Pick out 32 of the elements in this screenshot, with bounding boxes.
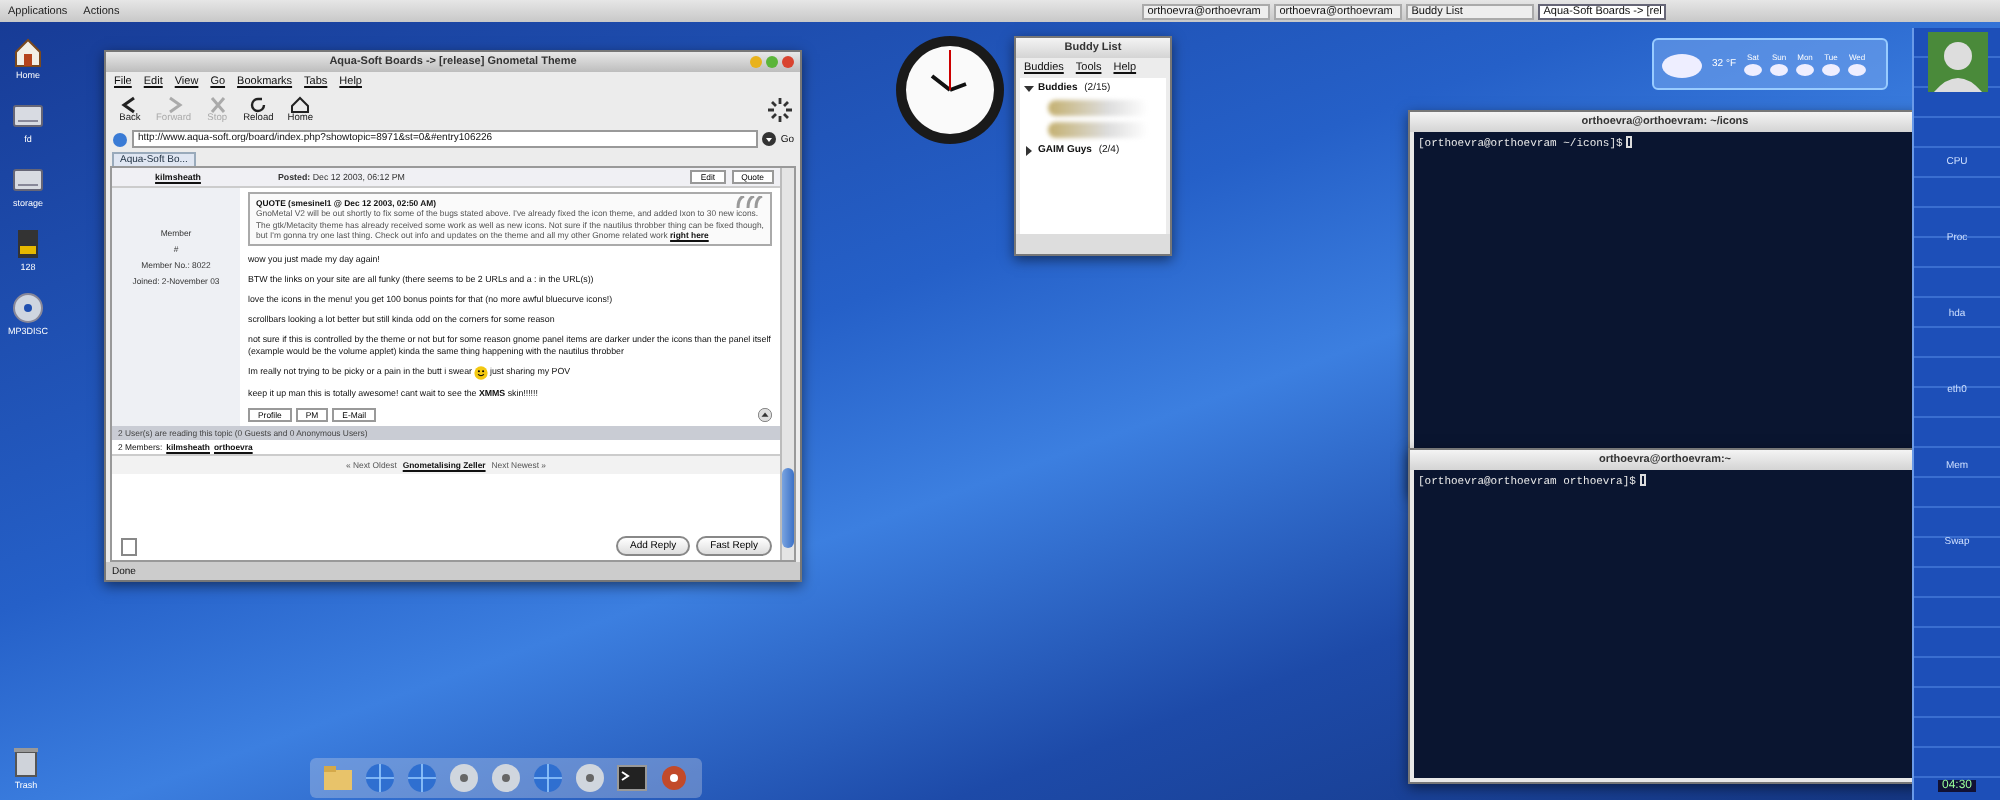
x-mark-icon (205, 96, 230, 114)
close-button[interactable] (782, 56, 794, 68)
house-icon (288, 96, 313, 114)
text-cursor (1626, 136, 1633, 148)
drive-icon[interactable] (12, 100, 44, 132)
quote-marks-icon (736, 196, 764, 208)
scroll-up-icon[interactable] (758, 408, 772, 422)
page-icon (120, 537, 138, 555)
go-arrow-icon[interactable] (762, 132, 777, 146)
throbber-icon (768, 98, 792, 122)
disc-icon[interactable] (490, 762, 522, 794)
clock-drawing (894, 34, 1006, 146)
triangle-icon[interactable] (1024, 145, 1034, 155)
disc-icon[interactable] (11, 292, 44, 324)
gear-icon[interactable] (658, 762, 690, 794)
smiley-icon (474, 365, 489, 379)
drive-icon[interactable] (12, 164, 44, 196)
blurred-buddy (1048, 100, 1148, 116)
disc-icon[interactable] (448, 762, 480, 794)
memory-card-icon[interactable] (12, 228, 44, 260)
disc-icon[interactable] (574, 762, 606, 794)
globe-icon (112, 131, 128, 147)
text-cursor (1639, 474, 1646, 486)
triangle-icon[interactable] (1024, 83, 1034, 93)
cloud-icon (1660, 48, 1704, 80)
terminal-icon[interactable] (616, 762, 648, 794)
avatar-silhouette-icon (1927, 32, 1987, 92)
scrollbar[interactable] (780, 168, 794, 560)
trash-icon[interactable] (12, 746, 40, 778)
house-icon[interactable] (12, 36, 44, 68)
reload-icon (246, 96, 271, 114)
blurred-buddy (1048, 122, 1148, 138)
